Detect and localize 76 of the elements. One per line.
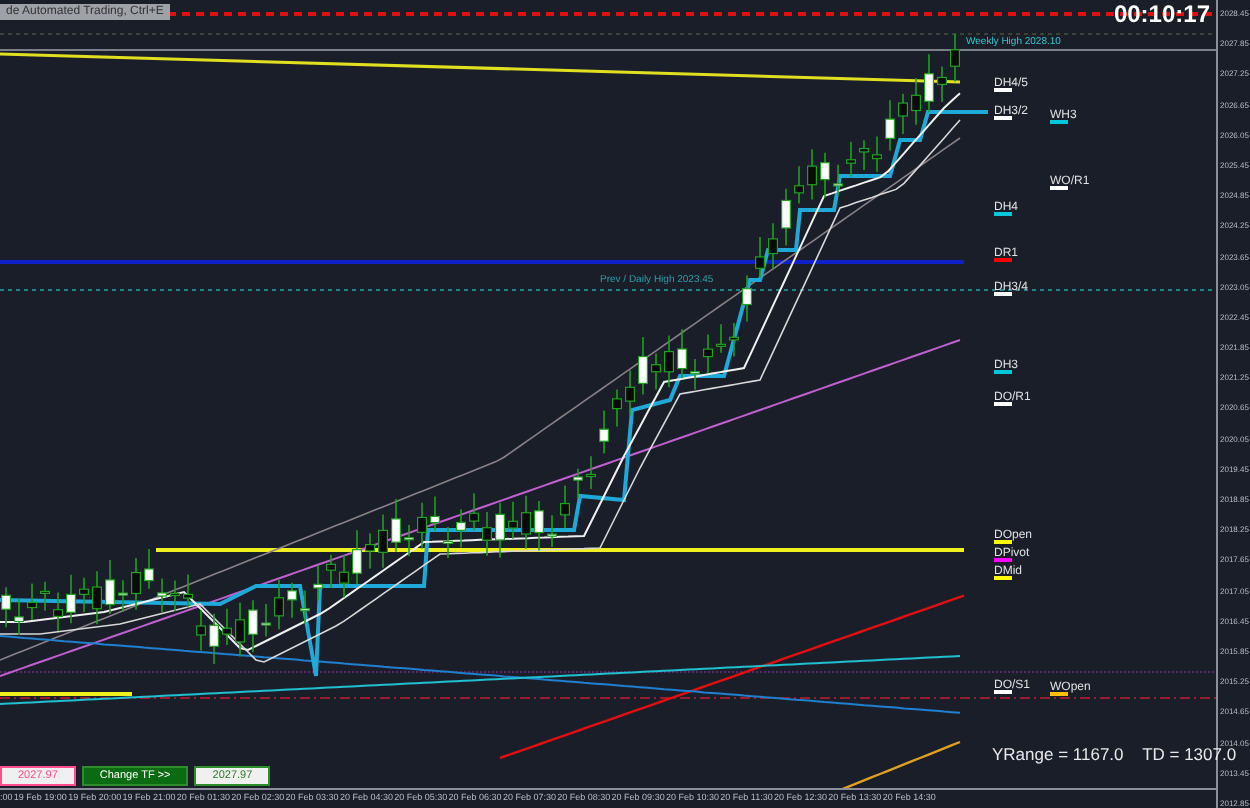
candlestick [300, 589, 310, 625]
candlestick [872, 135, 882, 173]
candlestick [625, 369, 635, 417]
candlestick [794, 165, 804, 205]
candlestick [482, 511, 492, 557]
candlestick [547, 514, 557, 548]
candlestick [703, 333, 713, 374]
candlestick [820, 151, 830, 199]
candlestick [599, 409, 609, 455]
candlestick [248, 599, 258, 653]
candlestick [859, 139, 869, 171]
candlestick [521, 494, 531, 550]
candlestick [768, 222, 778, 271]
candlestick [430, 495, 440, 532]
candlestick [92, 570, 102, 626]
candlestick [495, 502, 505, 559]
candlestick [183, 573, 193, 609]
candlestick [612, 388, 622, 428]
candlestick [781, 188, 791, 247]
candlestick [105, 559, 115, 615]
candlestick [66, 574, 76, 624]
candlestick [352, 529, 362, 585]
candlestick [14, 598, 24, 636]
candlestick [716, 323, 726, 354]
candlestick [690, 358, 700, 391]
candlestick [144, 548, 154, 590]
candlestick [807, 148, 817, 201]
candlestick [53, 591, 63, 632]
candlestick [885, 99, 895, 152]
candlestick [27, 582, 37, 621]
candlestick [508, 500, 518, 540]
candlestick [170, 579, 180, 613]
candlestick [846, 141, 856, 178]
candlestick [365, 532, 375, 570]
candlestick [274, 578, 284, 631]
candlestick [378, 513, 388, 569]
candlestick [313, 564, 323, 601]
candlestick [326, 553, 336, 589]
candlestick [560, 484, 570, 530]
countdown-timer: 00:10:17 [1113, 0, 1210, 28]
candlestick [573, 468, 583, 499]
candlestick [664, 334, 674, 388]
candlestick [638, 336, 648, 396]
range-stats: YRange = 1167.0 TD = 1307.0 [992, 744, 1237, 764]
candlestick [391, 498, 401, 553]
candlestick [456, 508, 466, 549]
candlestick [235, 602, 245, 658]
candlestick [911, 77, 921, 126]
candlestick [1, 586, 11, 629]
candlestick [404, 524, 414, 557]
candlestick [443, 526, 453, 559]
candlestick [469, 492, 479, 532]
candlestick [157, 577, 167, 614]
candlestick [755, 236, 765, 279]
candlestick [924, 53, 934, 114]
candlestick [534, 500, 544, 552]
candlestick [339, 554, 349, 599]
candlestick [937, 65, 947, 103]
candlestick [833, 164, 843, 197]
candlestick [287, 581, 297, 619]
candlestick [651, 352, 661, 391]
candlestick [196, 609, 206, 652]
candlestick [261, 603, 271, 638]
candlestick [742, 274, 752, 323]
candlestick [950, 32, 960, 83]
candlestick [209, 613, 219, 665]
candlestick [79, 577, 89, 613]
candlestick [677, 328, 687, 379]
candlestick [898, 92, 908, 135]
candlestick [40, 580, 50, 612]
candlestick [417, 502, 427, 550]
candlestick [131, 557, 141, 611]
candlestick [729, 322, 739, 358]
candlestick [586, 455, 596, 490]
candlestick [222, 607, 232, 646]
candlestick [118, 579, 128, 613]
